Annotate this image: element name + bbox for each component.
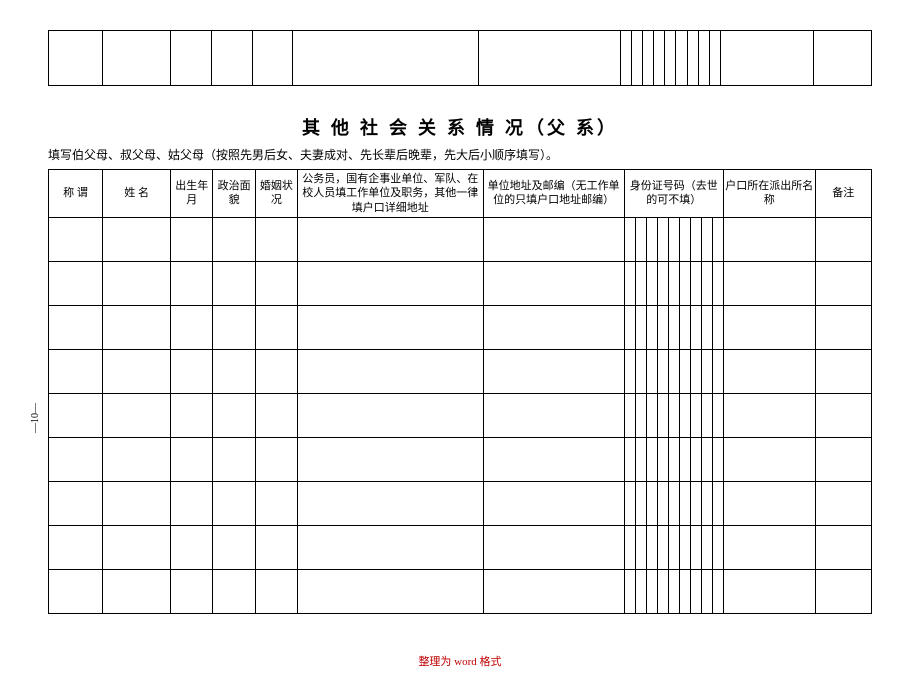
table-row: [49, 31, 872, 86]
table-row: [49, 437, 872, 481]
table-row: [49, 569, 872, 613]
section-subtitle: 填写伯父母、叔父母、姑父母（按照先男后女、夫妻成对、先长辈后晚辈，先大后小顺序填…: [48, 146, 872, 163]
header-remark: 备注: [815, 170, 871, 218]
header-marital: 婚姻状况: [255, 170, 297, 218]
footer-note: 整理为 word 格式: [0, 653, 920, 669]
header-work-unit: 公务员，国有企事业单位、军队、在校人员填工作单位及职务，其他一律填户口详细地址: [298, 170, 484, 218]
page-number-marker: —10—: [30, 403, 41, 433]
header-name: 姓 名: [103, 170, 171, 218]
header-id-number: 身份证号码（去世的可不填）: [624, 170, 723, 218]
table-row: [49, 305, 872, 349]
header-unit-address: 单位地址及邮编（无工作单位的只填户口地址邮编）: [483, 170, 624, 218]
relatives-paternal-table: 称 谓 姓 名 出生年月 政治面貌 婚姻状况 公务员，国有企事业单位、军队、在校…: [48, 169, 872, 614]
table-row: [49, 525, 872, 569]
header-police-station: 户口所在派出所名称: [723, 170, 815, 218]
header-birth: 出生年月: [171, 170, 213, 218]
header-relation: 称 谓: [49, 170, 103, 218]
table-row: [49, 217, 872, 261]
table-row: [49, 349, 872, 393]
header-political: 政治面貌: [213, 170, 255, 218]
table-row: [49, 393, 872, 437]
table-row: [49, 261, 872, 305]
table-header-row: 称 谓 姓 名 出生年月 政治面貌 婚姻状况 公务员，国有企事业单位、军队、在校…: [49, 170, 872, 218]
table-body: [49, 217, 872, 613]
section-title: 其 他 社 会 关 系 情 况（父 系）: [48, 114, 872, 140]
table-row: [49, 481, 872, 525]
continuation-table-fragment: [48, 30, 872, 86]
